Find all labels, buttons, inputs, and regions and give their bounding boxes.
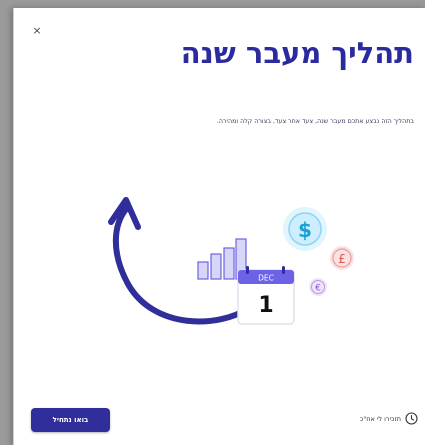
year-transition-dialog: × תהליך מעבר שנה בתהליך הזה נבצע אתכם מע… xyxy=(13,8,425,445)
dollar-coin-icon: $ xyxy=(283,207,327,251)
remind-later-link[interactable]: תזכירו לי אח"כ xyxy=(360,412,418,425)
dollar-symbol: $ xyxy=(298,218,312,242)
calendar-day: 1 xyxy=(258,293,273,318)
clock-icon xyxy=(405,412,418,425)
calendar-icon: DEC 1 xyxy=(237,266,295,325)
pound-symbol: £ xyxy=(338,252,346,266)
start-button[interactable]: בואו נתחיל xyxy=(31,408,110,432)
calendar-month: DEC xyxy=(258,274,274,283)
year-transition-illustration: DEC 1 $ £ € xyxy=(108,197,354,325)
euro-coin-icon: € xyxy=(309,278,327,296)
remind-later-label: תזכירו לי אח"כ xyxy=(359,414,401,423)
euro-symbol: € xyxy=(315,284,321,294)
pound-coin-icon: £ xyxy=(330,246,354,270)
